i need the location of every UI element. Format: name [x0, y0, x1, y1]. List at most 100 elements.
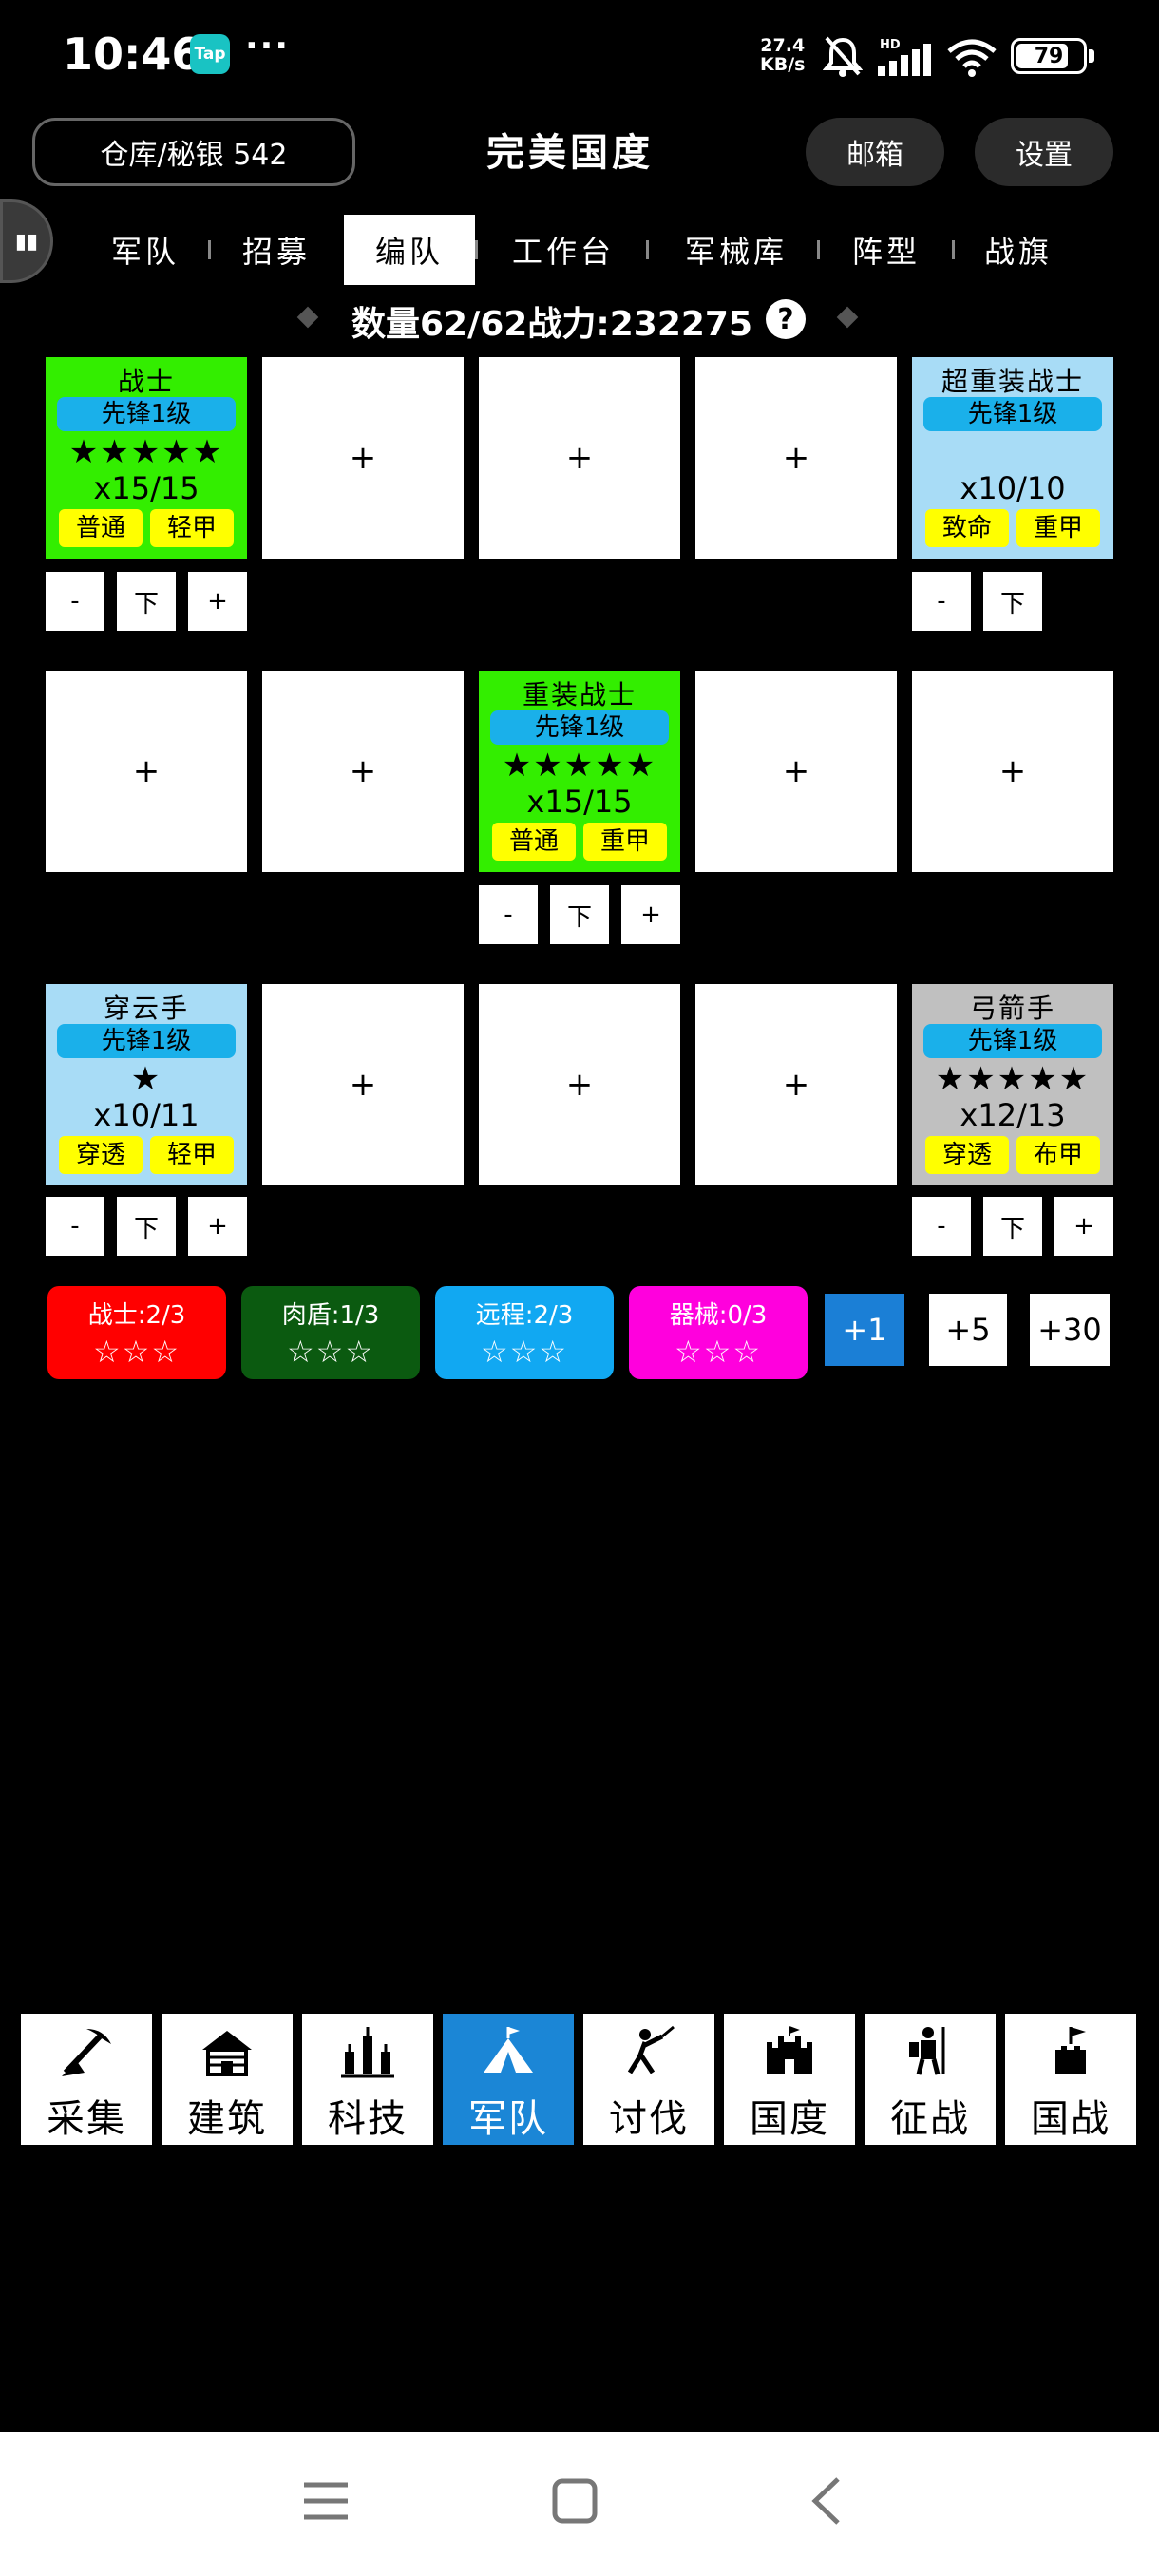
help-icon[interactable]: ?: [766, 299, 806, 339]
class-stat-tank: 肉盾:1/3 ☆☆☆: [241, 1286, 420, 1379]
empty-slot[interactable]: +: [695, 984, 897, 1185]
nav-nation-war[interactable]: 国战: [1005, 2014, 1136, 2145]
house-icon: [202, 2031, 252, 2076]
class-stat-stars: ☆☆☆: [286, 1334, 375, 1370]
battery-indicator: 79: [1011, 38, 1087, 74]
unit-count: x12/13: [960, 1097, 1066, 1133]
nav-crusade[interactable]: 讨伐: [583, 2014, 714, 2145]
unit-name: 战士: [117, 366, 175, 397]
nav-label: 国度: [750, 2097, 829, 2141]
tab-recruit[interactable]: 招募: [220, 215, 332, 285]
more-notifications-icon: ···: [245, 27, 291, 66]
nav-realm[interactable]: 国度: [724, 2014, 855, 2145]
empty-slot[interactable]: +: [262, 671, 464, 872]
remove-unit-button[interactable]: -: [912, 1197, 971, 1256]
tab-workbench[interactable]: 工作台: [492, 215, 635, 285]
tab-formation[interactable]: 编队: [344, 215, 475, 285]
tent-icon: [484, 2027, 533, 2073]
mailbox-button[interactable]: 邮箱: [806, 118, 944, 186]
nav-label: 讨伐: [609, 2097, 689, 2141]
tab-armory[interactable]: 军械库: [665, 215, 808, 285]
tab-war-banner[interactable]: 战旗: [965, 215, 1072, 285]
remove-unit-button[interactable]: -: [46, 572, 104, 631]
add-unit-button[interactable]: +: [188, 1197, 247, 1256]
tab-separator: [208, 240, 211, 259]
add-unit-button[interactable]: +: [621, 885, 680, 944]
move-down-button[interactable]: 下: [117, 572, 176, 631]
unit-slot[interactable]: 弓箭手 先锋1级 ★★★★★ x12/13 穿透 布甲: [912, 984, 1113, 1185]
empty-slot[interactable]: +: [695, 671, 897, 872]
menu-icon[interactable]: [302, 2479, 350, 2523]
back-icon[interactable]: [808, 2475, 846, 2527]
empty-slot[interactable]: +: [479, 984, 680, 1185]
tab-separator: [475, 240, 478, 259]
unit-stars: ★★★★★: [68, 433, 224, 471]
tab-army[interactable]: 军队: [89, 215, 201, 285]
nav-building[interactable]: 建筑: [162, 2014, 293, 2145]
empty-slot[interactable]: +: [912, 671, 1113, 872]
nav-army[interactable]: 军队: [443, 2014, 574, 2145]
remove-unit-button[interactable]: -: [912, 572, 971, 631]
increment-5-button[interactable]: +5: [929, 1294, 1007, 1366]
class-stat-stars: ☆☆☆: [674, 1334, 763, 1370]
network-speed-value: 27.4: [760, 35, 806, 56]
tab-separator: [646, 240, 649, 259]
remove-unit-button[interactable]: -: [46, 1197, 104, 1256]
flag-tower-icon: [1055, 2027, 1086, 2074]
unit-slot[interactable]: 重装战士 先锋1级 ★★★★★ x15/15 普通 重甲: [479, 671, 680, 872]
tab-battle-array[interactable]: 阵型: [834, 215, 939, 285]
nav-technology[interactable]: 科技: [302, 2014, 433, 2145]
unit-slot[interactable]: 超重装战士 先锋1级 x10/10 致命 重甲: [912, 357, 1113, 559]
unit-name: 弓箭手: [969, 993, 1055, 1024]
battery-tip: [1089, 49, 1094, 63]
unit-armor-tag: 布甲: [1016, 1136, 1100, 1174]
empty-slot[interactable]: +: [46, 671, 247, 872]
increment-1-button[interactable]: +1: [825, 1294, 904, 1366]
add-unit-button[interactable]: +: [1054, 1197, 1113, 1256]
move-down-button[interactable]: 下: [117, 1197, 176, 1256]
move-down-button[interactable]: 下: [983, 572, 1042, 631]
unit-level: 先锋1级: [923, 397, 1102, 431]
empty-slot[interactable]: +: [695, 357, 897, 559]
nav-label: 军队: [468, 2097, 548, 2141]
status-time: 10:46: [63, 28, 202, 80]
class-stat-stars: ☆☆☆: [480, 1334, 569, 1370]
unit-slot[interactable]: 战士 先锋1级 ★★★★★ x15/15 普通 轻甲: [46, 357, 247, 559]
floating-chat-icon[interactable]: ▮▮: [0, 199, 53, 283]
settings-button[interactable]: 设置: [975, 118, 1113, 186]
nav-label: 采集: [47, 2097, 126, 2141]
nav-label: 建筑: [187, 2097, 267, 2141]
network-speed-unit: KB/s: [760, 54, 806, 75]
move-down-button[interactable]: 下: [550, 885, 609, 944]
unit-name: 超重装战士: [940, 366, 1084, 397]
unit-level: 先锋1级: [923, 1024, 1102, 1058]
empty-slot[interactable]: +: [262, 984, 464, 1185]
unit-armor-tag: 重甲: [583, 823, 667, 861]
castle-icon: [767, 2026, 812, 2074]
add-unit-button[interactable]: +: [188, 572, 247, 631]
unit-count: x15/15: [93, 470, 200, 506]
nav-gather[interactable]: 采集: [21, 2014, 152, 2145]
unit-stars: ★★★★★: [502, 747, 657, 785]
network-speed: 27.4 KB/s: [760, 36, 805, 74]
move-down-button[interactable]: 下: [983, 1197, 1042, 1256]
nav-label: 国战: [1031, 2097, 1111, 2141]
unit-slot[interactable]: 穿云手 先锋1级 ★ x10/11 穿透 轻甲: [46, 984, 247, 1185]
home-icon[interactable]: [551, 2477, 598, 2525]
unit-name: 重装战士: [522, 679, 636, 710]
unit-armor-tag: 轻甲: [150, 1136, 234, 1174]
nav-campaign[interactable]: 征战: [864, 2014, 996, 2145]
unit-level: 先锋1级: [490, 710, 669, 745]
unit-attack-tag: 普通: [59, 509, 142, 547]
class-stat-stars: ☆☆☆: [92, 1334, 181, 1370]
empty-slot[interactable]: +: [262, 357, 464, 559]
remove-unit-button[interactable]: -: [479, 885, 538, 944]
warehouse-button[interactable]: 仓库/秘银 542: [32, 118, 355, 186]
empty-slot[interactable]: +: [479, 357, 680, 559]
class-stat-label: 器械:0/3: [669, 1301, 768, 1330]
summary-right-ornament: [836, 306, 859, 329]
unit-name: 穿云手: [103, 993, 189, 1024]
wifi-icon: [947, 39, 997, 77]
unit-attack-tag: 穿透: [925, 1136, 1009, 1174]
increment-30-button[interactable]: +30: [1030, 1294, 1110, 1366]
